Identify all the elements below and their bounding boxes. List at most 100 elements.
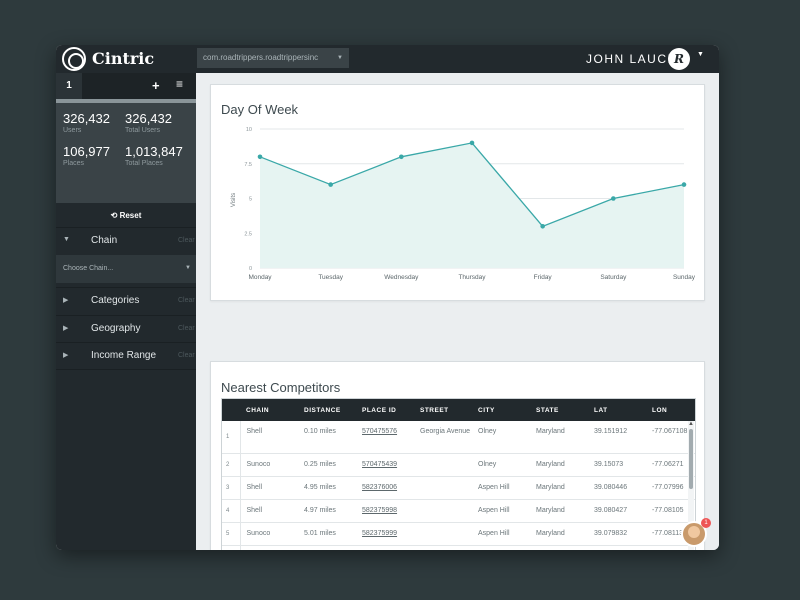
x-tick-label: Sunday bbox=[673, 274, 696, 281]
cell-distance: 6.22 miles bbox=[298, 545, 356, 550]
x-tick-label: Monday bbox=[248, 274, 272, 281]
cell-state: Maryland bbox=[530, 545, 588, 550]
scrollbar-thumb[interactable] bbox=[689, 429, 693, 489]
cell-place-id[interactable]: 842029873 bbox=[356, 545, 414, 550]
nearest-competitors-card: Nearest Competitors CHAIN DISTANCE PLACE… bbox=[210, 361, 705, 550]
tab-1[interactable]: 1 bbox=[56, 73, 82, 99]
filter-name: Categories bbox=[91, 295, 140, 306]
column-header[interactable]: PLACE ID bbox=[356, 399, 414, 421]
chevron-right-icon: ▶ bbox=[63, 297, 69, 304]
cell-street: Georgia Avenue bbox=[414, 421, 472, 454]
day-of-week-chart: Visits 0 2.5 5 7.5 10 Monday Tuesday Wednesday T… bbox=[231, 127, 696, 281]
table-row[interactable]: 2 Sunoco 0.25 miles 570475439 Olney Maryland 3… bbox=[222, 453, 695, 477]
cell-lat: 39.079832 bbox=[588, 522, 646, 546]
clear-link[interactable]: Clear bbox=[178, 297, 195, 304]
menu-icon[interactable]: ≡ bbox=[176, 77, 183, 91]
x-tick-label: Saturday bbox=[600, 274, 627, 281]
cell-place-id[interactable]: 570475576 bbox=[356, 421, 414, 454]
column-header[interactable]: CITY bbox=[472, 399, 530, 421]
y-tick-label: 0 bbox=[249, 266, 252, 272]
column-header[interactable]: LAT bbox=[588, 399, 646, 421]
cell-street bbox=[414, 545, 472, 550]
cell-place-id[interactable]: 570475439 bbox=[356, 453, 414, 477]
user-avatar[interactable]: R bbox=[668, 48, 690, 70]
reset-button[interactable]: ⟲ Reset bbox=[56, 205, 196, 227]
cell-state: Maryland bbox=[530, 476, 588, 500]
stat-total-users: 326,432 Total Users bbox=[125, 111, 172, 134]
clear-link[interactable]: Clear bbox=[178, 325, 195, 332]
column-header[interactable]: STATE bbox=[530, 399, 588, 421]
cell-city: Olney bbox=[472, 453, 530, 477]
cell-city: Olney bbox=[472, 421, 530, 454]
cell-place-id[interactable]: 582375999 bbox=[356, 522, 414, 546]
sidebar-divider bbox=[56, 369, 196, 550]
filter-geography[interactable]: ▶ Geography Clear bbox=[56, 315, 196, 341]
user-name[interactable]: JOHN LAUCK bbox=[586, 52, 677, 66]
cell-chain: Sunoco bbox=[240, 522, 298, 546]
stat-value: 1,013,847 bbox=[125, 144, 183, 159]
column-header[interactable]: LON bbox=[646, 399, 695, 421]
main-content: Day Of Week Visits 0 2.5 5 7.5 10 Monday Tuesd… bbox=[196, 73, 719, 550]
cell-lat: 39.15073 bbox=[588, 453, 646, 477]
filter-chain[interactable]: ▼ Chain Clear bbox=[56, 227, 196, 253]
data-point-wednesday bbox=[399, 154, 404, 160]
cell-place-id[interactable]: 582375998 bbox=[356, 499, 414, 523]
cell-distance: 4.97 miles bbox=[298, 499, 356, 523]
filter-categories[interactable]: ▶ Categories Clear bbox=[56, 287, 196, 313]
chain-select[interactable]: Choose Chain... ▼ bbox=[56, 255, 196, 283]
stat-value: 326,432 bbox=[125, 111, 172, 126]
cell-state: Maryland bbox=[530, 499, 588, 523]
column-header[interactable]: STREET bbox=[414, 399, 472, 421]
cell-state: Maryland bbox=[530, 421, 588, 454]
cell-chain: Shell bbox=[240, 499, 298, 523]
table-row[interactable]: 4 Shell 4.97 miles 582375998 Aspen Hill Maryl… bbox=[222, 499, 695, 523]
add-icon[interactable]: + bbox=[152, 78, 160, 93]
cell-lat: 39.151912 bbox=[588, 421, 646, 454]
support-avatar-icon bbox=[688, 526, 700, 538]
cell-city: Aspen Hill bbox=[472, 476, 530, 500]
x-tick-label: Friday bbox=[534, 274, 553, 281]
stat-label: Places bbox=[63, 160, 85, 167]
table-row[interactable]: 5 Sunoco 5.01 miles 582375999 Aspen Hill Mary… bbox=[222, 522, 695, 546]
reset-label: Reset bbox=[119, 211, 142, 220]
stat-value: 326,432 bbox=[63, 111, 110, 126]
column-header[interactable]: CHAIN bbox=[240, 399, 298, 421]
y-tick-label: 10 bbox=[246, 127, 252, 133]
stats-panel: 326,432 Users 326,432 Total Users 106,97… bbox=[56, 103, 196, 203]
cell-distance: 5.01 miles bbox=[298, 522, 356, 546]
table-row[interactable]: 6Shell6.22 miles842029873 RockvilleMaryla… bbox=[222, 545, 695, 550]
day-of-week-card: Day Of Week Visits 0 2.5 5 7.5 10 Monday Tuesd… bbox=[210, 84, 705, 301]
table-body: 1 Shell 0.10 miles 570475576 Georgia Avenue O… bbox=[222, 421, 695, 550]
app-window: Cintric com.roadtrippers.roadtrippersinc… bbox=[56, 45, 719, 550]
table-row[interactable]: 3 Shell 4.95 miles 582376006 Aspen Hill Maryl… bbox=[222, 476, 695, 500]
filter-name: Geography bbox=[91, 323, 141, 334]
x-tick-label: Thursday bbox=[458, 274, 486, 281]
stat-places: 106,977 Places bbox=[63, 144, 110, 167]
chevron-right-icon: ▶ bbox=[63, 352, 69, 359]
clear-link[interactable]: Clear bbox=[178, 237, 195, 244]
index-header bbox=[222, 399, 240, 421]
cell-place-id[interactable]: 582376006 bbox=[356, 476, 414, 500]
stat-users: 326,432 Users bbox=[63, 111, 110, 134]
cell-distance: 4.95 miles bbox=[298, 476, 356, 500]
cell-chain: Sunoco bbox=[240, 453, 298, 477]
user-menu-caret-icon[interactable]: ▼ bbox=[697, 51, 704, 58]
data-point-monday bbox=[257, 154, 263, 160]
scroll-up-arrow-icon[interactable]: ▲ bbox=[688, 421, 694, 427]
stat-label: Total Users bbox=[125, 127, 161, 134]
chat-notification-badge: 1 bbox=[701, 518, 711, 528]
y-tick-label: 7.5 bbox=[244, 162, 252, 168]
cell-lat: 39.080446 bbox=[588, 476, 646, 500]
row-index: 6 bbox=[222, 545, 241, 550]
clear-link[interactable]: Clear bbox=[178, 352, 195, 359]
chevron-down-icon: ▼ bbox=[63, 236, 70, 243]
x-tick-label: Wednesday bbox=[384, 274, 419, 281]
cintric-logo-icon[interactable] bbox=[62, 47, 86, 71]
app-select-dropdown[interactable]: com.roadtrippers.roadtrippersinc ▼ bbox=[197, 48, 349, 68]
table-title: Nearest Competitors bbox=[221, 380, 341, 395]
column-header[interactable]: DISTANCE bbox=[298, 399, 356, 421]
filter-income-range[interactable]: ▶ Income Range Clear bbox=[56, 342, 196, 368]
competitors-table-wrapper[interactable]: CHAIN DISTANCE PLACE ID STREET CITY STAT… bbox=[221, 398, 696, 550]
table-row[interactable]: 1 Shell 0.10 miles 570475576 Georgia Avenue O… bbox=[222, 421, 695, 454]
series-area bbox=[260, 142, 684, 268]
